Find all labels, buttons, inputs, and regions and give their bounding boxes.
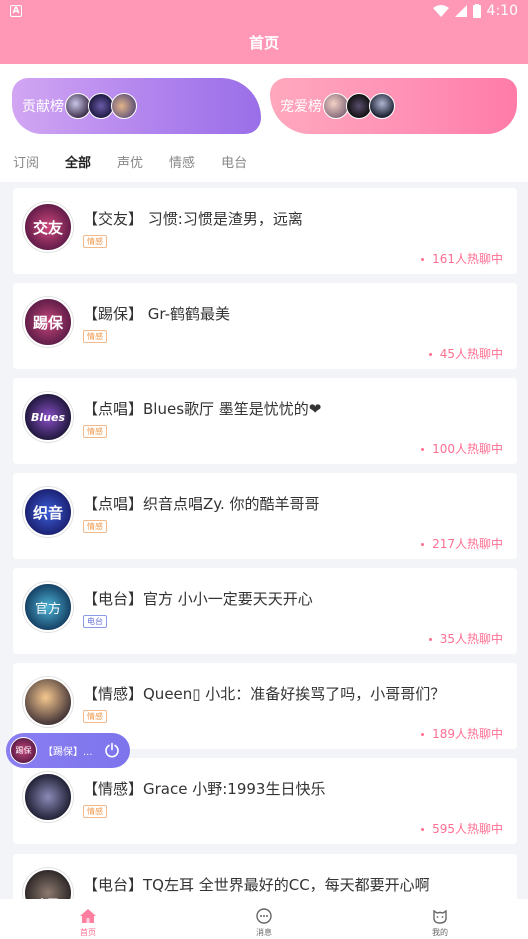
room-count: 189人热聊中 [421, 725, 503, 742]
chat-bubble-icon [256, 908, 272, 924]
room-title: 【点唱】织音点唱Zy. 你的酷羊哥哥 [83, 495, 320, 513]
count-text: 100人热聊中 [432, 442, 503, 456]
room-avatar [23, 772, 73, 822]
dot-icon [421, 543, 425, 546]
count-text: 161人热聊中 [432, 252, 503, 266]
home-icon [80, 909, 96, 923]
room-count: 595人热聊中 [421, 820, 503, 837]
status-bar: A 4:10 [0, 0, 528, 22]
room-avatar [23, 677, 73, 727]
avatar [369, 93, 395, 119]
room-count: 45人热聊中 [428, 345, 503, 362]
nav-label: 首页 [80, 928, 96, 937]
room-avatar: 踢保 [23, 297, 73, 347]
room-tag: 情感 [83, 710, 107, 723]
room-tag: 情感 [83, 520, 107, 533]
count-text: 217人热聊中 [432, 537, 503, 551]
ranking-label: 贡献榜 [22, 99, 64, 115]
mini-player[interactable]: 踢保 【踢保】... [6, 733, 130, 768]
room-title: 【情感】Queen▯ 小北：准备好挨骂了吗，小哥哥们？ [83, 685, 446, 703]
dot-icon [421, 258, 425, 261]
tab-voice-actor[interactable]: 声优 [117, 152, 143, 171]
ranking-avatars [65, 93, 137, 119]
nav-label: 我的 [432, 928, 448, 937]
room-card[interactable]: 【情感】Grace 小野:1993生日快乐 情感 595人热聊中 [13, 758, 517, 844]
page-title: 首页 [248, 34, 279, 52]
room-tag: 情感 [83, 235, 107, 248]
tab-radio[interactable]: 电台 [221, 152, 247, 171]
room-card[interactable]: Blues 【点唱】Blues歌厅 墨笙是忧忧的❤ 情感 100人热聊中 [13, 378, 517, 464]
avatar [111, 93, 137, 119]
room-title: 【情感】Grace 小野:1993生日快乐 [83, 780, 326, 798]
tab-all[interactable]: 全部 [65, 152, 91, 171]
room-tag: 情感 [83, 805, 107, 818]
favorite-ranking-button[interactable]: 宠爱榜 [270, 78, 517, 134]
nav-profile[interactable]: 我的 [352, 899, 528, 939]
room-title: 【交友】 习惯:习惯是渣男，远离 [83, 210, 303, 228]
mini-player-avatar: 踢保 [10, 737, 37, 764]
room-tag: 情感 [83, 425, 107, 438]
room-count: 161人热聊中 [421, 250, 503, 267]
dot-icon [428, 353, 432, 356]
room-avatar: Blues [23, 392, 73, 442]
nav-label: 消息 [256, 928, 272, 937]
room-avatar: 官方 [23, 582, 73, 632]
nav-home[interactable]: 首页 [0, 899, 176, 939]
tab-emotion[interactable]: 情感 [169, 152, 195, 171]
count-text: 35人热聊中 [439, 632, 503, 646]
dot-icon [421, 733, 425, 736]
wifi-icon [432, 5, 449, 17]
room-card[interactable]: 织音 【点唱】织音点唱Zy. 你的酷羊哥哥 情感 217人热聊中 [13, 473, 517, 559]
tab-subscribe[interactable]: 订阅 [13, 152, 39, 171]
dot-icon [421, 448, 425, 451]
notification-icon: A [10, 5, 22, 17]
contribution-ranking-button[interactable]: 贡献榜 [12, 78, 261, 134]
room-tag: 情感 [83, 330, 107, 343]
count-text: 45人热聊中 [439, 347, 503, 361]
bottom-nav: 首页 消息 我的 [0, 899, 528, 939]
power-icon[interactable] [104, 742, 120, 758]
room-title: 【点唱】Blues歌厅 墨笙是忧忧的❤ [83, 400, 322, 418]
top-section: 贡献榜 宠爱榜 订阅 全部 声优 情感 电台 [0, 64, 528, 182]
room-title: 【踢保】 Gr-鹤鹤最美 [83, 305, 231, 323]
room-card[interactable]: 踢保 【踢保】 Gr-鹤鹤最美 情感 45人热聊中 [13, 283, 517, 369]
category-tabs: 订阅 全部 声优 情感 电台 [0, 150, 528, 172]
room-title: 【电台】TQ左耳 全世界最好的CC，每天都要开心啊 [83, 876, 430, 894]
dot-icon [428, 638, 432, 641]
battery-icon [472, 4, 481, 18]
room-avatar: 交友 [23, 202, 73, 252]
room-card[interactable]: 官方 【电台】官方 小小一定要天天开心 电台 35人热聊中 [13, 568, 517, 654]
cat-face-icon [433, 909, 447, 924]
ranking-avatars [323, 93, 395, 119]
nav-messages[interactable]: 消息 [176, 899, 352, 939]
app-header: A 4:10 首页 [0, 0, 528, 64]
room-title: 【电台】官方 小小一定要天天开心 [83, 590, 313, 608]
ranking-label: 宠爱榜 [280, 99, 322, 115]
count-text: 595人热聊中 [432, 822, 503, 836]
room-card[interactable]: 交友 【交友】 习惯:习惯是渣男，远离 情感 161人热聊中 [13, 188, 517, 274]
mini-player-title: 【踢保】... [43, 747, 93, 758]
room-count: 217人热聊中 [421, 535, 503, 552]
clock: 4:10 [486, 3, 518, 19]
room-avatar: 织音 [23, 487, 73, 537]
room-count: 100人热聊中 [421, 440, 503, 457]
count-text: 189人热聊中 [432, 727, 503, 741]
room-tag: 电台 [83, 615, 107, 628]
dot-icon [421, 828, 425, 831]
room-count: 35人热聊中 [428, 630, 503, 647]
signal-icon [454, 5, 467, 17]
